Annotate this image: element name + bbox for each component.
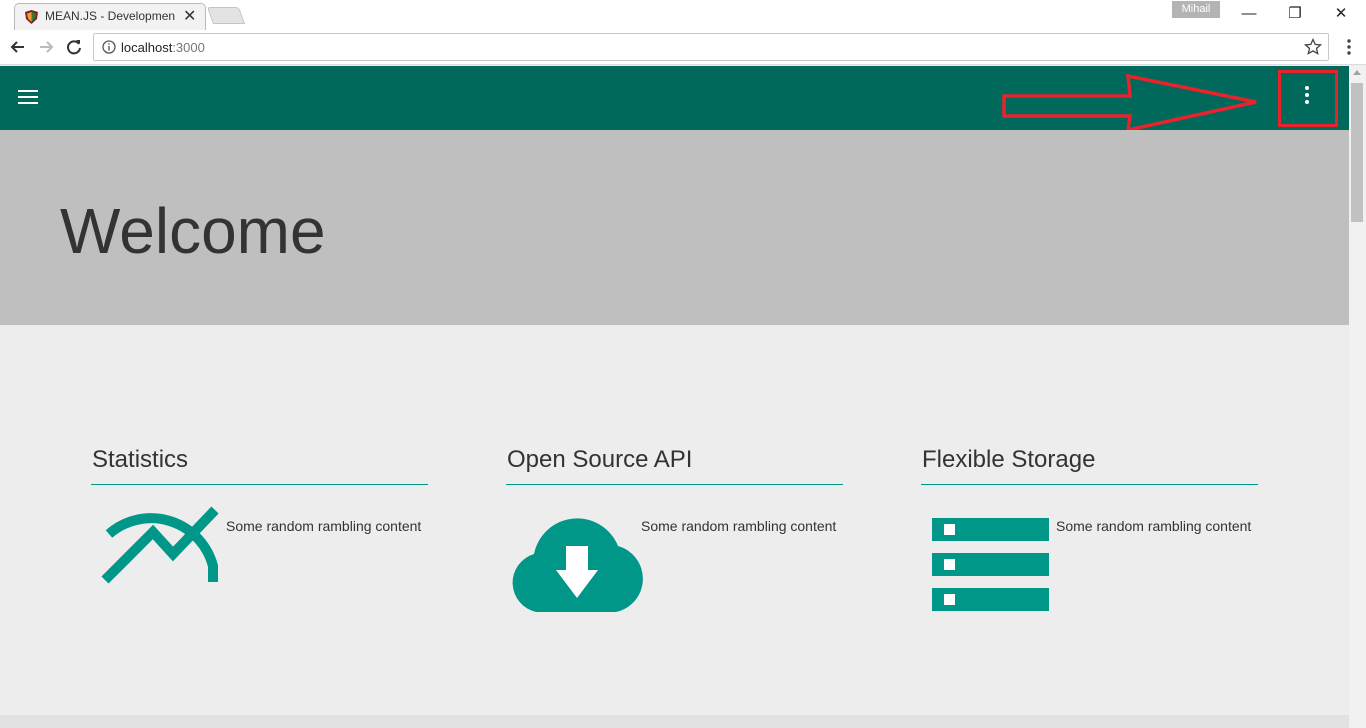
browser-toolbar: localhost:3000 — [0, 30, 1366, 65]
feature-flexible-storage: Flexible Storage Some random rambling co… — [921, 446, 1258, 611]
browser-menu-icon[interactable] — [1342, 38, 1356, 56]
page-title: Welcome — [60, 195, 326, 267]
page-scrollbar[interactable] — [1349, 66, 1366, 728]
new-tab-button[interactable] — [206, 7, 246, 24]
feature-statistics: Statistics Some random rambling content — [91, 446, 428, 584]
browser-tab[interactable]: MEAN.JS - Development ✕ — [14, 3, 206, 30]
page-viewport: Welcome Statistics Some random rambling … — [0, 66, 1349, 728]
feature-title: Statistics — [91, 446, 428, 485]
feature-text: Some random rambling content — [641, 518, 837, 534]
bookmark-star-icon[interactable] — [1304, 38, 1322, 56]
profile-button[interactable]: Mihail — [1172, 1, 1220, 18]
close-window-button[interactable]: ✕ — [1318, 3, 1364, 25]
scroll-up-icon[interactable] — [1353, 70, 1361, 75]
address-url: localhost:3000 — [121, 40, 205, 55]
feature-text: Some random rambling content — [1056, 518, 1252, 534]
scroll-thumb[interactable] — [1351, 83, 1363, 222]
annotation-arrow — [1002, 74, 1257, 133]
storage-icon — [932, 518, 1049, 611]
info-icon[interactable] — [102, 40, 116, 54]
annotation-highlight-box — [1278, 70, 1338, 127]
back-arrow-icon[interactable] — [7, 36, 29, 58]
reload-icon[interactable] — [63, 36, 85, 58]
feature-title: Flexible Storage — [921, 446, 1258, 485]
url-port: :3000 — [172, 40, 205, 55]
browser-tabstrip: MEAN.JS - Development ✕ Mihail — ❐ ✕ — [0, 0, 1366, 30]
url-host: localhost — [121, 40, 173, 55]
tab-title: MEAN.JS - Development — [45, 9, 175, 23]
feature-title: Open Source API — [506, 446, 843, 485]
feature-text: Some random rambling content — [226, 518, 422, 534]
cloud-download-icon — [512, 518, 643, 612]
tab-close-icon[interactable]: ✕ — [183, 6, 196, 26]
trending-chart-icon — [101, 506, 219, 584]
hero-banner: Welcome — [0, 130, 1349, 325]
shield-favicon-icon — [25, 10, 38, 24]
feature-open-source-api: Open Source API Some random rambling con… — [506, 446, 843, 612]
minimize-button[interactable]: — — [1226, 3, 1272, 25]
restore-button[interactable]: ❐ — [1272, 3, 1318, 25]
address-bar[interactable]: localhost:3000 — [93, 33, 1329, 61]
forward-arrow-icon[interactable] — [35, 36, 57, 58]
app-toolbar — [0, 66, 1349, 133]
footer-strip — [0, 715, 1349, 728]
hamburger-menu-icon[interactable] — [18, 90, 38, 106]
